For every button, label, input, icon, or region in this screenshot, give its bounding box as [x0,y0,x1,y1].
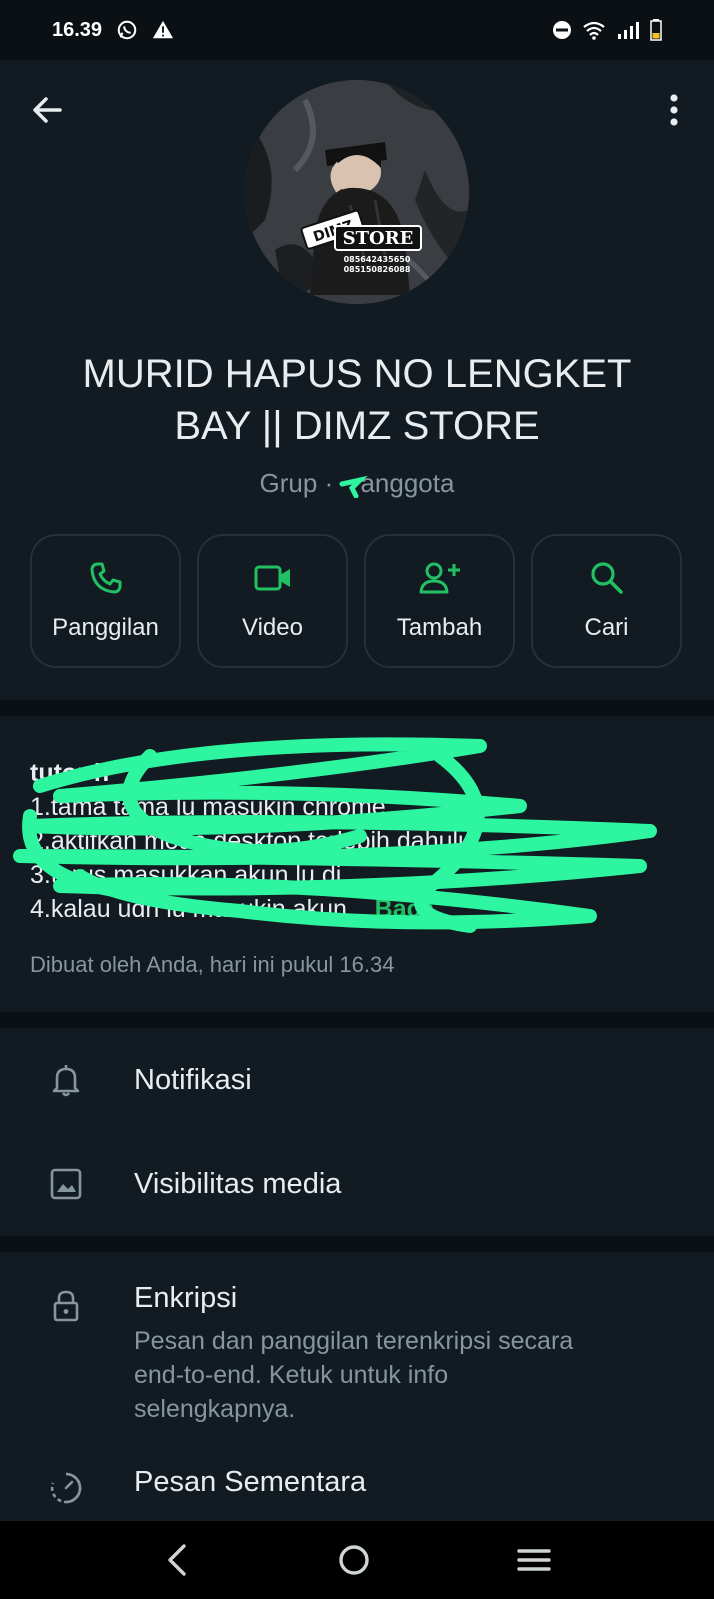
warning-icon [152,20,174,39]
subtitle-prefix: Grup · [259,468,341,498]
system-navigation-bar [0,1521,714,1599]
disappearing-messages-label: Pesan Sementara [134,1466,367,1498]
group-subtitle: Grup · anggota [0,468,714,499]
video-button[interactable]: Video [197,534,348,668]
status-right [552,19,662,41]
search-button[interactable]: Cari [531,534,682,668]
phone-icon [90,562,121,594]
add-member-button[interactable]: Tambah [364,534,515,668]
status-bar: 16.39 [0,0,714,60]
bell-icon [52,1065,80,1097]
notifications-label: Notifikasi [134,1064,252,1096]
video-label: Video [242,614,303,641]
description-line-5-text: 4.kalau udh lu masukin akun... [30,895,368,923]
description-meta: Dibuat oleh Anda, hari ini pukul 16.34 [30,952,395,977]
wifi-icon [583,21,605,40]
encryption-description: Pesan dan panggilan terenkripsi secara e… [134,1327,574,1423]
privacy-settings-section: Enkripsi Pesan dan panggilan terenkripsi… [0,1252,714,1521]
media-visibility-item[interactable]: Visibilitas media [0,1132,714,1236]
subtitle-suffix: anggota [360,468,455,498]
signal-icon [618,22,639,39]
description-line-3: 2.aktifkan mode desktop terlebih dahulu [30,827,472,855]
group-avatar[interactable]: DIMZ STORE 085642435650 085150826088 [245,80,469,304]
disappearing-messages-item[interactable]: Pesan Sementara [0,1452,714,1521]
avatar-phone-2: 085150826088 [344,265,411,274]
nav-back-icon[interactable] [162,1542,192,1578]
image-icon [50,1168,82,1200]
back-arrow-icon[interactable] [28,90,68,130]
read-more-link[interactable]: Baca [375,895,435,923]
description-line-1: tutor h [30,759,110,787]
video-icon [254,565,290,591]
call-label: Panggilan [52,614,159,641]
add-member-label: Tambah [396,614,483,641]
status-time: 16.39 [52,18,103,41]
group-description[interactable]: tutor h 1.tama tama lu masukin chrome 2.… [0,716,714,1012]
search-label: Cari [584,614,629,641]
quick-actions: Panggilan Video Tambah Cari [30,534,684,668]
notifications-item[interactable]: Notifikasi [0,1028,714,1132]
description-text: tutor h 1.tama tama lu masukin chrome 2.… [30,756,680,926]
lock-icon [53,1290,79,1322]
media-visibility-label: Visibilitas media [134,1168,342,1200]
notification-settings-section: Notifikasi Visibilitas media [0,1028,714,1236]
avatar-badge-bottom: STORE [343,228,414,249]
group-name[interactable]: MURID HAPUS NO LENGKET BAY || DIMZ STORE [40,348,674,452]
whatsapp-notification-icon [117,20,137,40]
encryption-item[interactable]: Enkripsi Pesan dan panggilan terenkripsi… [0,1252,714,1442]
description-line-4: 3.terus masukkan akun lu di [30,861,342,889]
nav-recents-icon[interactable] [516,1542,552,1578]
description-line-5: 4.kalau udh lu masukin akun... Baca [30,892,680,926]
more-options-icon[interactable] [656,90,692,130]
search-icon [590,562,623,594]
call-button[interactable]: Panggilan [30,534,181,668]
avatar-phone-1: 085642435650 [344,255,411,264]
encryption-label: Enkripsi [134,1282,238,1314]
battery-icon [650,19,662,41]
do-not-disturb-icon [553,21,571,39]
avatar-illustration: DIMZ STORE 085642435650 085150826088 [245,80,469,304]
status-left: 16.39 [52,19,174,42]
add-person-icon [419,562,460,594]
nav-home-icon[interactable] [336,1542,372,1578]
description-line-2: 1.tama tama lu masukin chrome [30,793,386,821]
timer-icon [50,1472,82,1504]
